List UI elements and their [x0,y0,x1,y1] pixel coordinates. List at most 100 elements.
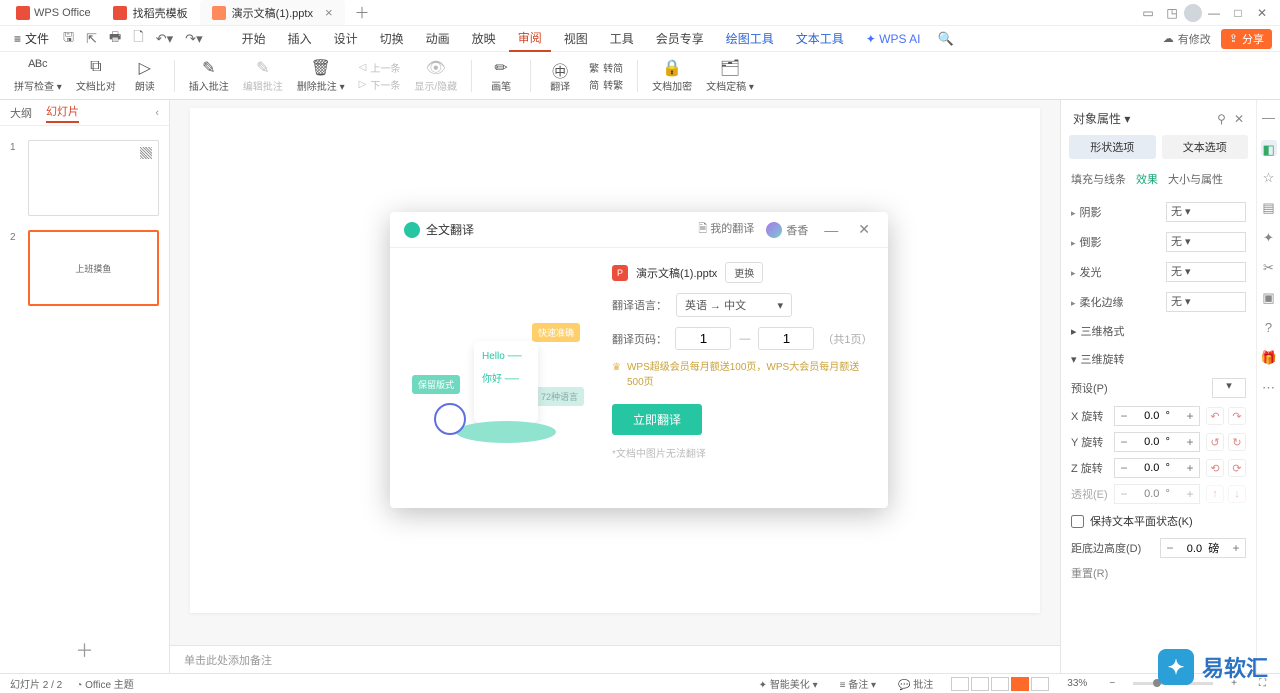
tab-animation[interactable]: 动画 [417,30,459,47]
window-maximize-icon[interactable]: □ [1226,6,1250,20]
window-close-icon[interactable]: ✕ [1250,6,1274,20]
text-options-tab[interactable]: 文本选项 [1162,135,1249,159]
keep-flat-checkbox[interactable] [1071,515,1084,528]
my-translations-link[interactable]: 🗎 我的翻译 [698,220,754,239]
spellcheck-button[interactable]: ᴬᴮᶜ拼写检查 ▾ [14,58,62,93]
pen-button[interactable]: ✏画笔 [486,58,516,93]
slide-thumb-2[interactable]: 2 上班摸鱼 [10,230,159,306]
xrot-left-icon[interactable]: ↶ [1206,407,1224,425]
unsaved-indicator[interactable]: ☁有修改 [1163,31,1211,47]
tab-insert[interactable]: 插入 [279,30,321,47]
preset-select[interactable]: ▾ [1212,378,1246,398]
glow-select[interactable]: 无 ▾ [1166,262,1246,282]
export-icon[interactable]: ⇱ [82,31,101,47]
tab-close-icon[interactable]: × [325,5,333,20]
rail-gift-icon[interactable]: 🎁 [1261,350,1277,366]
preview-icon[interactable]: 🗋 [129,28,147,50]
search-icon[interactable]: 🔍 [934,31,958,47]
size-subtab[interactable]: 大小与属性 [1168,171,1223,187]
pin-icon[interactable]: ⚲ [1217,112,1226,126]
tab-slideshow[interactable]: 放映 [463,30,505,47]
tab-start[interactable]: 开始 [233,30,275,47]
view-normal-icon[interactable] [951,677,969,691]
xrot-right-icon[interactable]: ↷ [1228,407,1246,425]
view-reading-icon[interactable] [991,677,1009,691]
redo-icon[interactable]: ↷▾ [181,31,206,47]
yrot-down-icon[interactable]: ↻ [1228,433,1246,451]
tab-text-tools[interactable]: 文本工具 [787,30,853,47]
window-collapse-icon[interactable]: ▭ [1136,6,1160,20]
window-minimize-icon[interactable]: ― [1202,6,1226,20]
rail-layers-icon[interactable]: ▤ [1261,200,1277,216]
finalize-button[interactable]: 🗂文档定稿 ▾ [706,58,754,93]
collapse-panel-icon[interactable]: ‹ [155,107,159,119]
reflection-select[interactable]: 无 ▾ [1166,232,1246,252]
dialog-close-icon[interactable]: ✕ [854,221,874,238]
file-menu[interactable]: ≡文件 [8,30,55,47]
rail-minimize-icon[interactable]: ― [1261,110,1277,126]
undo-icon[interactable]: ↶▾ [152,31,177,47]
tab-tools[interactable]: 工具 [601,30,643,47]
tab-vip[interactable]: 会员专享 [647,30,713,47]
add-tab-button[interactable]: ＋ [345,0,380,25]
dialog-minimize-icon[interactable]: ― [820,222,842,238]
reset-button[interactable]: 重置(R) [1069,561,1248,585]
tab-review[interactable]: 审阅 [509,26,551,52]
z-rotation-input[interactable]: −+ [1114,458,1200,478]
page-from-input[interactable] [675,327,731,350]
zoom-value[interactable]: 33% [1063,678,1091,689]
rail-image-icon[interactable]: ▣ [1261,290,1277,306]
yrot-up-icon[interactable]: ↺ [1206,433,1224,451]
page-to-input[interactable] [758,327,814,350]
view-sorter-icon[interactable] [971,677,989,691]
add-slide-button[interactable]: ＋ [0,637,169,663]
print-icon[interactable]: 🖶 [105,28,125,50]
save-icon[interactable]: 🖫 [59,28,78,50]
share-button[interactable]: ⇪分享 [1221,29,1272,49]
wps-ai[interactable]: ✦ WPS AI [857,32,930,46]
notes-input[interactable]: 单击此处添加备注 [170,645,1060,673]
slide-thumb-1[interactable]: 1 [10,140,159,216]
zrot-cw-icon[interactable]: ⟲ [1206,459,1224,477]
slides-tab[interactable]: 幻灯片 [46,103,79,123]
y-rotation-input[interactable]: −+ [1114,432,1200,452]
rail-more-icon[interactable]: ⋯ [1261,380,1277,396]
window-cube-icon[interactable]: ◳ [1160,6,1184,20]
notes-toggle[interactable]: ≡ 备注 ▾ [836,676,880,691]
rail-help-icon[interactable]: ? [1261,320,1277,336]
tab-design[interactable]: 设计 [325,30,367,47]
fill-line-subtab[interactable]: 填充与线条 [1071,171,1126,187]
tab-transition[interactable]: 切换 [371,30,413,47]
outline-tab[interactable]: 大纲 [10,105,32,121]
view-slideshow-icon[interactable] [1011,677,1029,691]
translate-button[interactable]: ㊥翻译 [545,58,575,93]
delete-comment-button[interactable]: 🗑删除批注 ▾ [297,58,345,93]
theme-indicator[interactable]: ◔ Office 主题 [76,676,134,691]
read-aloud-button[interactable]: ▷朗读 [130,58,160,93]
user-avatar[interactable] [1184,4,1202,22]
shape-options-tab[interactable]: 形状选项 [1069,135,1156,159]
close-panel-icon[interactable]: ✕ [1234,112,1244,126]
tab-view[interactable]: 视图 [555,30,597,47]
encrypt-button[interactable]: 🔒文档加密 [652,58,692,93]
shadow-select[interactable]: 无 ▾ [1166,202,1246,222]
zrot-ccw-icon[interactable]: ⟳ [1228,459,1246,477]
rail-animation-icon[interactable]: ✦ [1261,230,1277,246]
tab-templates[interactable]: 找稻壳模板 [101,0,200,25]
view-extra-icon[interactable] [1031,677,1049,691]
zoom-out-icon[interactable]: − [1105,678,1119,689]
tab-document[interactable]: 演示文稿(1).pptx × [200,0,345,25]
x-rotation-input[interactable]: −+ [1114,406,1200,426]
tab-draw-tools[interactable]: 绘图工具 [717,30,783,47]
rail-star-icon[interactable]: ☆ [1261,170,1277,186]
comments-toggle[interactable]: 💬 批注 [894,676,937,691]
smart-beautify-button[interactable]: ✦ 智能美化 ▾ [755,676,822,691]
effect-subtab[interactable]: 效果 [1136,171,1158,187]
language-select[interactable]: 英语 → 中文▾ [676,293,792,317]
rail-scissors-icon[interactable]: ✂ [1261,260,1277,276]
change-file-button[interactable]: 更换 [725,262,763,283]
compare-button[interactable]: ⧉文档比对 [76,58,116,93]
rail-props-icon[interactable]: ◧ [1261,140,1277,156]
distance-input[interactable]: −+ [1160,538,1246,558]
softedge-select[interactable]: 无 ▾ [1166,292,1246,312]
